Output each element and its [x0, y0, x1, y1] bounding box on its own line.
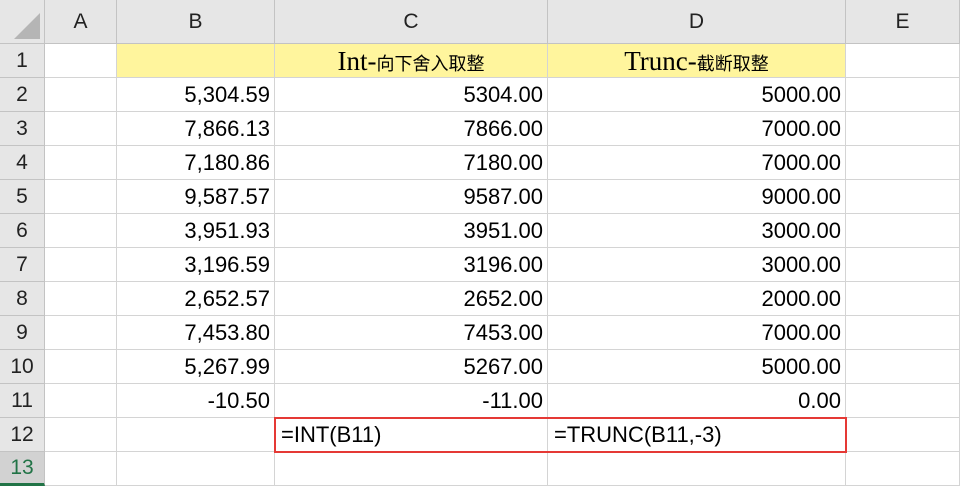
column-header-d[interactable]: D — [548, 0, 846, 44]
column-header-c[interactable]: C — [275, 0, 548, 44]
row-header-6[interactable]: 6 — [0, 214, 45, 248]
row-header-13[interactable]: 13 — [0, 452, 45, 486]
cell-a6[interactable] — [45, 214, 117, 248]
int-title-subtitle: 向下舍入取整 — [376, 54, 485, 74]
cell-c13[interactable] — [275, 452, 548, 486]
int-title: Int- — [337, 46, 377, 76]
cell-b5[interactable]: 9,587.57 — [117, 180, 275, 214]
cell-a9[interactable] — [45, 316, 117, 350]
cell-d1[interactable]: Trunc-截断取整 — [548, 44, 846, 78]
cell-d12-formula[interactable]: =TRUNC(B11,-3) — [548, 418, 846, 452]
cell-a7[interactable] — [45, 248, 117, 282]
cell-b10[interactable]: 5,267.99 — [117, 350, 275, 384]
cell-b11[interactable]: -10.50 — [117, 384, 275, 418]
cell-b7[interactable]: 3,196.59 — [117, 248, 275, 282]
cell-b2[interactable]: 5,304.59 — [117, 78, 275, 112]
cell-d10[interactable]: 5000.00 — [548, 350, 846, 384]
row-header-2[interactable]: 2 — [0, 78, 45, 112]
select-all-triangle-icon — [14, 13, 40, 39]
cell-a8[interactable] — [45, 282, 117, 316]
cell-e7[interactable] — [846, 248, 960, 282]
cell-e11[interactable] — [846, 384, 960, 418]
cell-c7[interactable]: 3196.00 — [275, 248, 548, 282]
cell-c2[interactable]: 5304.00 — [275, 78, 548, 112]
cell-c4[interactable]: 7180.00 — [275, 146, 548, 180]
cell-a3[interactable] — [45, 112, 117, 146]
cell-c5[interactable]: 9587.00 — [275, 180, 548, 214]
cell-c9[interactable]: 7453.00 — [275, 316, 548, 350]
row-header-4[interactable]: 4 — [0, 146, 45, 180]
row-header-3[interactable]: 3 — [0, 112, 45, 146]
cell-b1[interactable] — [117, 44, 275, 78]
cell-e4[interactable] — [846, 146, 960, 180]
cell-b9[interactable]: 7,453.80 — [117, 316, 275, 350]
cell-a2[interactable] — [45, 78, 117, 112]
row-header-11[interactable]: 11 — [0, 384, 45, 418]
cell-d4[interactable]: 7000.00 — [548, 146, 846, 180]
cell-e5[interactable] — [846, 180, 960, 214]
cell-a12[interactable] — [45, 418, 117, 452]
row-header-12[interactable]: 12 — [0, 418, 45, 452]
cell-e6[interactable] — [846, 214, 960, 248]
cell-c8[interactable]: 2652.00 — [275, 282, 548, 316]
cell-c12-formula[interactable]: =INT(B11) — [275, 418, 548, 452]
cell-e1[interactable] — [846, 44, 960, 78]
row-header-10[interactable]: 10 — [0, 350, 45, 384]
cell-c1[interactable]: Int-向下舍入取整 — [275, 44, 548, 78]
cell-e9[interactable] — [846, 316, 960, 350]
cell-e3[interactable] — [846, 112, 960, 146]
cell-d11[interactable]: 0.00 — [548, 384, 846, 418]
column-header-e[interactable]: E — [846, 0, 960, 44]
cell-d3[interactable]: 7000.00 — [548, 112, 846, 146]
select-all-corner[interactable] — [0, 0, 45, 44]
cell-c6[interactable]: 3951.00 — [275, 214, 548, 248]
cell-c10[interactable]: 5267.00 — [275, 350, 548, 384]
cell-e8[interactable] — [846, 282, 960, 316]
cell-d13[interactable] — [548, 452, 846, 486]
cell-d8[interactable]: 2000.00 — [548, 282, 846, 316]
row-header-9[interactable]: 9 — [0, 316, 45, 350]
row-header-7[interactable]: 7 — [0, 248, 45, 282]
trunc-title: Trunc- — [624, 46, 697, 76]
cell-c3[interactable]: 7866.00 — [275, 112, 548, 146]
cell-e10[interactable] — [846, 350, 960, 384]
cell-b4[interactable]: 7,180.86 — [117, 146, 275, 180]
cell-d5[interactable]: 9000.00 — [548, 180, 846, 214]
column-header-b[interactable]: B — [117, 0, 275, 44]
cell-d9[interactable]: 7000.00 — [548, 316, 846, 350]
column-header-a[interactable]: A — [45, 0, 117, 44]
cell-b12[interactable] — [117, 418, 275, 452]
row-header-8[interactable]: 8 — [0, 282, 45, 316]
cell-d7[interactable]: 3000.00 — [548, 248, 846, 282]
cell-b3[interactable]: 7,866.13 — [117, 112, 275, 146]
cell-b6[interactable]: 3,951.93 — [117, 214, 275, 248]
cell-a11[interactable] — [45, 384, 117, 418]
cell-d6[interactable]: 3000.00 — [548, 214, 846, 248]
cell-b13[interactable] — [117, 452, 275, 486]
cell-a13[interactable] — [45, 452, 117, 486]
cell-b8[interactable]: 2,652.57 — [117, 282, 275, 316]
cell-a10[interactable] — [45, 350, 117, 384]
cell-e12[interactable] — [846, 418, 960, 452]
cell-d2[interactable]: 5000.00 — [548, 78, 846, 112]
cell-a1[interactable] — [45, 44, 117, 78]
cell-c11[interactable]: -11.00 — [275, 384, 548, 418]
cell-e13[interactable] — [846, 452, 960, 486]
cell-a4[interactable] — [45, 146, 117, 180]
cell-e2[interactable] — [846, 78, 960, 112]
row-header-5[interactable]: 5 — [0, 180, 45, 214]
row-header-1[interactable]: 1 — [0, 44, 45, 78]
cell-a5[interactable] — [45, 180, 117, 214]
trunc-title-subtitle: 截断取整 — [696, 54, 769, 74]
